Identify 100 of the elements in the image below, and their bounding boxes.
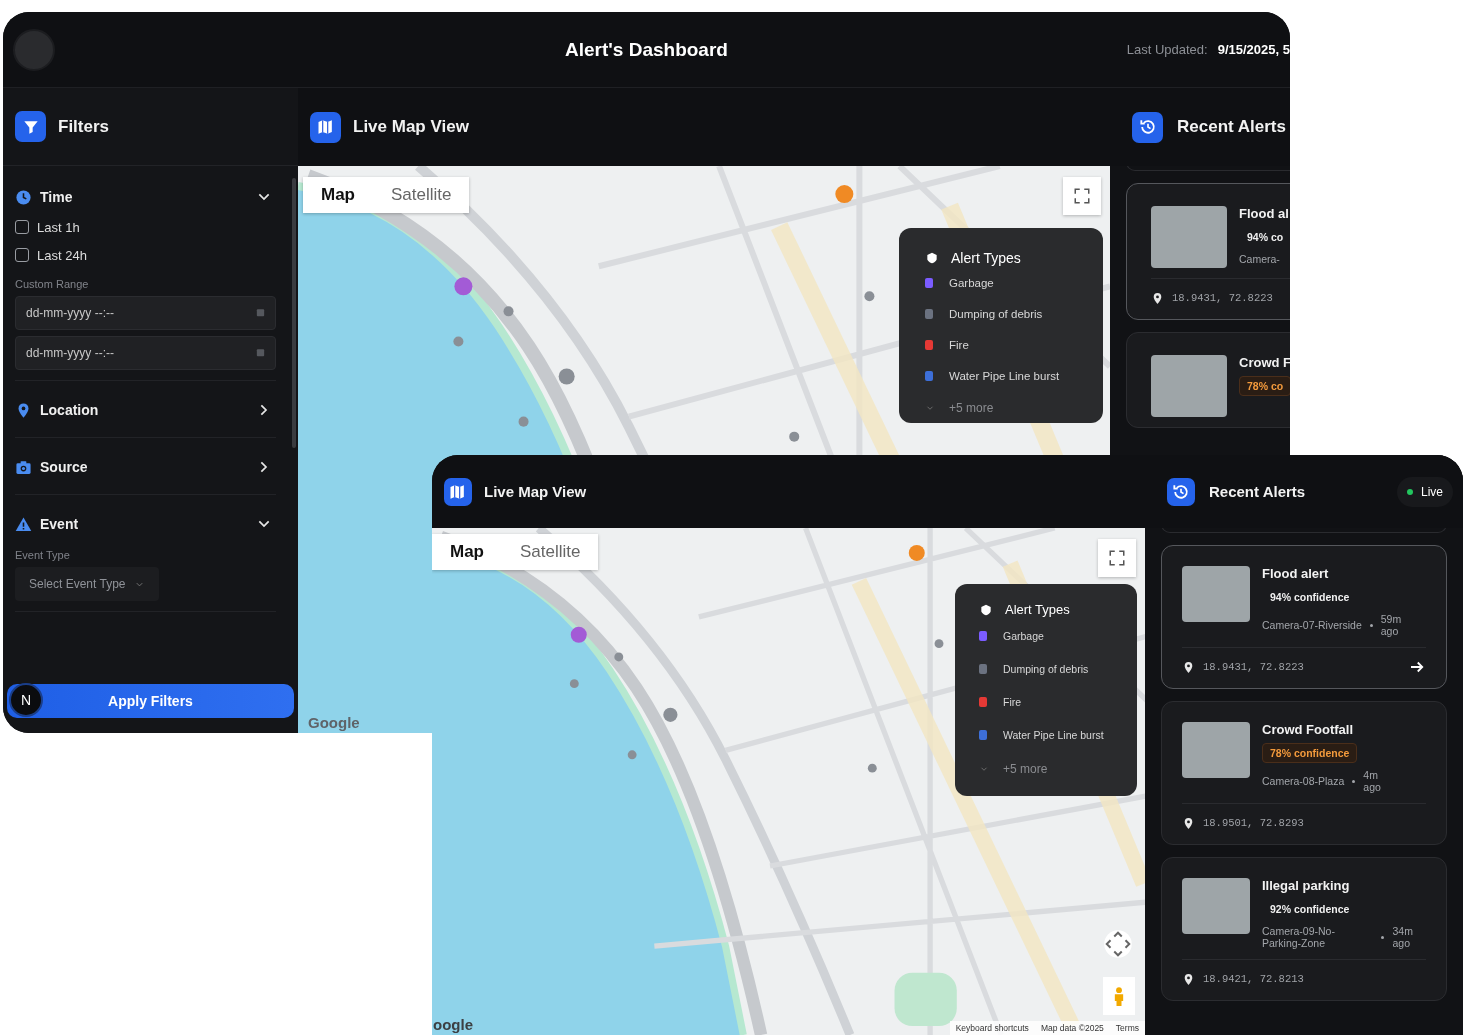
camera-name: Camera-08-Plaza bbox=[1262, 775, 1345, 787]
footer-link[interactable]: Terms bbox=[1115, 1023, 1139, 1033]
place-marker[interactable] bbox=[663, 707, 678, 722]
map-type-tab[interactable]: Satellite bbox=[373, 177, 470, 213]
map-attribution: oogle bbox=[433, 1016, 473, 1033]
map-type-tab[interactable]: Map bbox=[432, 534, 502, 570]
photo-placeholder bbox=[1182, 722, 1250, 778]
transit-stop-marker bbox=[503, 306, 514, 317]
alert-card[interactable]: Flood al 94% co Camera- 18.9431, 72.8223 bbox=[1126, 183, 1290, 320]
fullscreen-button[interactable] bbox=[1098, 539, 1136, 577]
separator-dot bbox=[1352, 779, 1356, 783]
transit-stop-marker bbox=[627, 750, 637, 760]
footer-link[interactable]: Map data ©2025 bbox=[1040, 1023, 1104, 1033]
transit-stop-marker bbox=[934, 639, 944, 649]
show-more-button[interactable]: +5 more bbox=[979, 762, 1123, 776]
time-ago: 59m ago bbox=[1380, 613, 1403, 637]
marker-icon bbox=[925, 251, 939, 265]
map-type-tab[interactable]: Satellite bbox=[502, 534, 599, 570]
time-ago: 34m ago bbox=[1392, 925, 1414, 949]
last-updated-label: Last Updated: bbox=[1126, 42, 1208, 57]
recenter-icon[interactable] bbox=[1103, 929, 1133, 959]
event-type-select[interactable]: Select Event Type bbox=[15, 567, 159, 601]
alert-card[interactable]: Flood alert 94% confidence Camera-07-Riverside 59m ago 18.9431, 72.8223 bbox=[1161, 545, 1447, 689]
legend-label: Dumping of debris bbox=[949, 308, 1043, 320]
alert-title: Flood alert bbox=[1262, 566, 1329, 581]
filter-section-toggle[interactable]: Source bbox=[15, 450, 276, 484]
transit-stop-marker bbox=[867, 763, 877, 773]
section-label: Event bbox=[40, 516, 80, 532]
panel-title: Filters bbox=[58, 116, 110, 137]
separator-dot bbox=[1381, 935, 1385, 939]
separator-dot bbox=[1369, 623, 1373, 627]
map-attribution: Google bbox=[308, 714, 360, 731]
map-icon bbox=[444, 477, 472, 506]
footer-link[interactable]: Keyboard shortcuts bbox=[955, 1023, 1029, 1033]
confidence-label: 92% confidence bbox=[1269, 902, 1351, 917]
coordinates: 18.9421, 72.8213 bbox=[1203, 973, 1304, 985]
last-updated-value: 9/15/2025, 5 bbox=[1217, 42, 1290, 57]
scrollbar[interactable] bbox=[292, 178, 296, 448]
location-pin-icon bbox=[1182, 816, 1195, 830]
map-pin[interactable] bbox=[835, 185, 854, 204]
filter-icon bbox=[15, 111, 46, 142]
alert-title: Illegal parking bbox=[1262, 878, 1350, 893]
section-label: Location bbox=[40, 402, 100, 418]
calendar-icon bbox=[255, 347, 266, 358]
checkbox-label: Last 24h bbox=[37, 247, 87, 263]
panel-title: Recent Alerts bbox=[1177, 117, 1286, 137]
pegman-button[interactable] bbox=[1103, 977, 1135, 1015]
legend-label: Fire bbox=[949, 339, 969, 351]
transit-stop-marker bbox=[789, 431, 800, 442]
checkbox[interactable] bbox=[15, 248, 29, 262]
filter-section-toggle[interactable]: Event bbox=[15, 507, 276, 541]
location-pin-icon bbox=[1151, 291, 1164, 305]
alert-card[interactable]: Illegal parking 92% confidence Camera-09-No-Parking-Zone 34m ago 18.9421, 72.8213 bbox=[1161, 857, 1447, 1001]
camera-name: Camera-09-No-Parking-Zone bbox=[1262, 925, 1336, 949]
section-label: Source bbox=[40, 459, 89, 475]
confidence-label: 78% co bbox=[1239, 376, 1290, 396]
fullscreen-button[interactable] bbox=[1063, 177, 1101, 215]
panel-title: Live Map View bbox=[353, 117, 469, 137]
alert-title: Flood al bbox=[1239, 206, 1289, 221]
checkbox-label: Last 1h bbox=[37, 219, 80, 235]
confidence-label: 94% co bbox=[1246, 230, 1285, 245]
live-label: Live bbox=[1421, 484, 1443, 499]
fullscreen-icon bbox=[1073, 187, 1091, 205]
transit-stop-marker bbox=[569, 679, 579, 689]
legend-label: Dumping of debris bbox=[1003, 663, 1089, 675]
time-ago: 4m ago bbox=[1363, 769, 1382, 793]
map-type-tab[interactable]: Map bbox=[303, 177, 373, 213]
alert-title: Crowd F bbox=[1239, 355, 1290, 370]
live-dot bbox=[1407, 488, 1413, 495]
warning-icon bbox=[15, 515, 32, 533]
map-pin[interactable] bbox=[908, 544, 925, 561]
camera-icon bbox=[15, 458, 32, 476]
date-input[interactable]: dd-mm-yyyy --:-- bbox=[15, 336, 276, 370]
legend-label: Garbage bbox=[1003, 630, 1044, 642]
legend-label: Water Pipe Line burst bbox=[1003, 729, 1104, 741]
clock-icon bbox=[15, 188, 32, 206]
legend-label: Fire bbox=[1003, 696, 1022, 708]
show-more-button[interactable]: +5 more bbox=[925, 401, 1085, 415]
legend-label: Water Pipe Line burst bbox=[949, 370, 1060, 382]
place-marker[interactable] bbox=[558, 368, 575, 385]
alert-title: Crowd Footfall bbox=[1262, 722, 1353, 737]
legend-title: Alert Types bbox=[951, 250, 1021, 266]
field-label: Event Type bbox=[15, 549, 71, 561]
calendar-icon bbox=[255, 307, 266, 318]
alert-card[interactable]: Crowd F 78% co bbox=[1126, 332, 1290, 428]
marker-icon bbox=[979, 602, 993, 617]
map-pin[interactable] bbox=[454, 277, 473, 296]
map-pin[interactable] bbox=[570, 626, 587, 643]
transit-stop-marker bbox=[518, 416, 529, 427]
section-label: Time bbox=[40, 189, 74, 205]
date-input[interactable]: dd-mm-yyyy --:-- bbox=[15, 296, 276, 330]
window-title: Alert's Dashboard bbox=[565, 38, 728, 61]
photo-placeholder bbox=[1182, 566, 1250, 622]
field-label: Custom Range bbox=[15, 278, 90, 290]
camera-name: Camera- bbox=[1239, 253, 1280, 265]
checkbox[interactable] bbox=[15, 220, 29, 234]
alert-card[interactable]: Crowd Footfall 78% confidence Camera-08-Plaza 4m ago 18.9501, 72.8293 bbox=[1161, 701, 1447, 845]
filter-section-toggle[interactable]: Time bbox=[15, 180, 276, 214]
fullscreen-icon bbox=[1108, 549, 1126, 567]
filter-section-toggle[interactable]: Location bbox=[15, 393, 276, 427]
